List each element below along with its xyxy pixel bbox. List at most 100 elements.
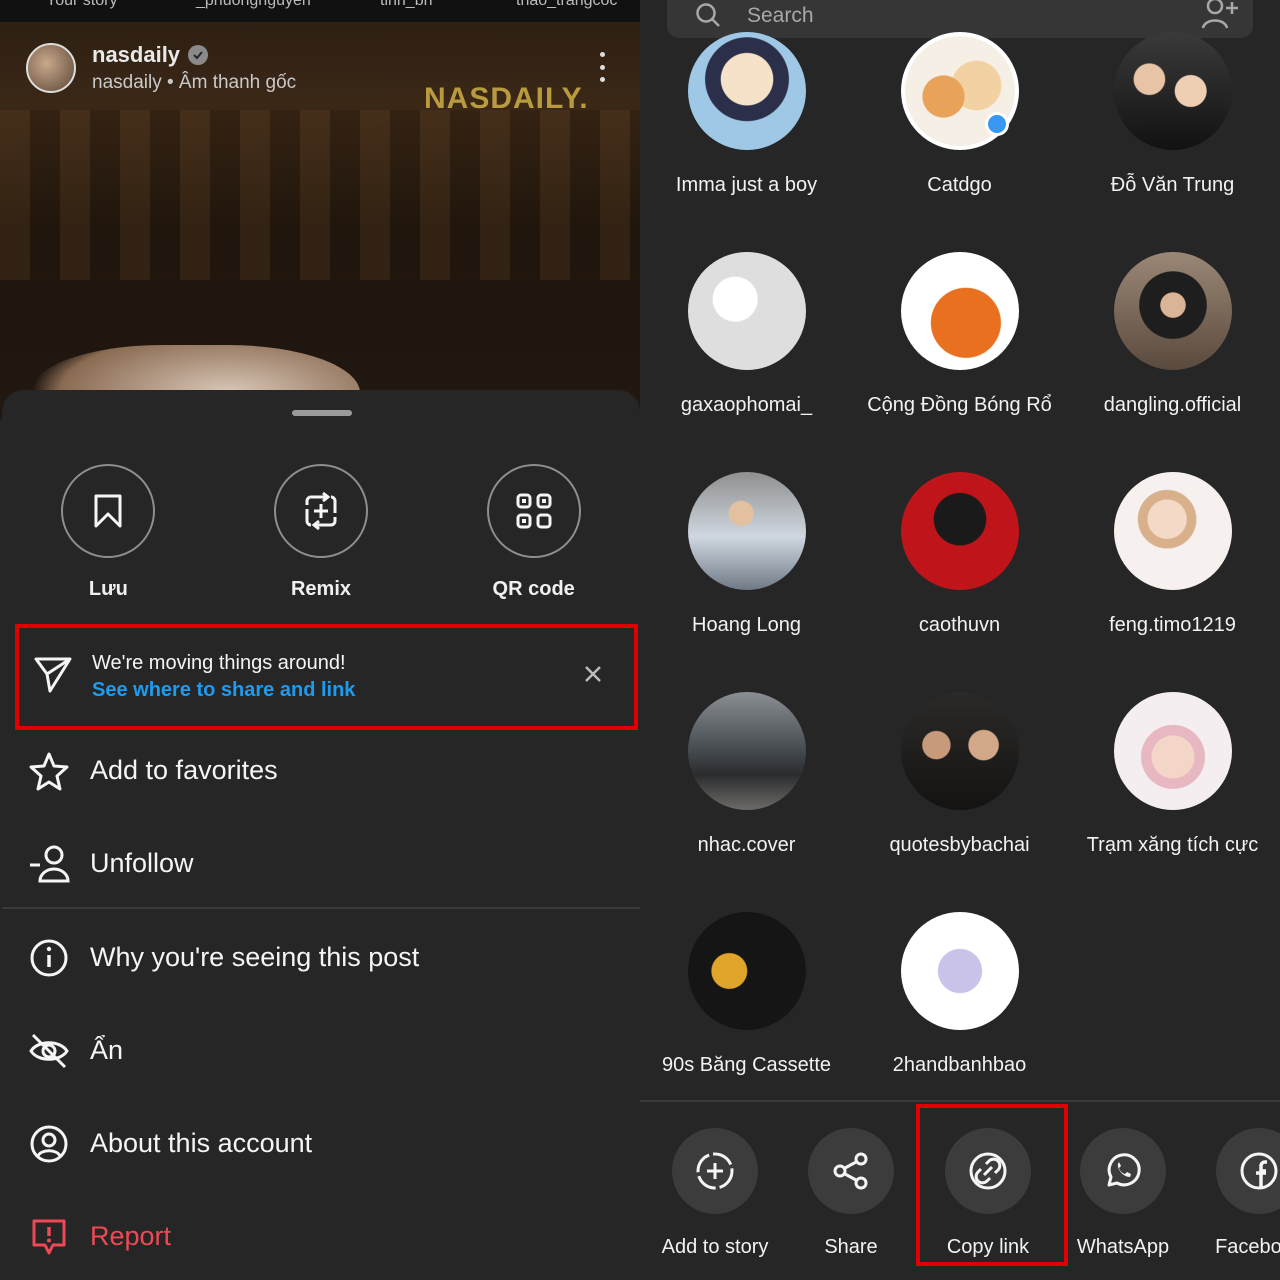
report-item[interactable]: Report <box>2 1206 640 1266</box>
menu-label: Why you're seeing this post <box>90 941 420 972</box>
post-username[interactable]: nasdaily <box>92 42 180 68</box>
contact-avatar <box>687 692 806 810</box>
contact-name: feng.timo1219 <box>1109 614 1236 636</box>
avatar[interactable] <box>26 43 76 93</box>
contact-name: Trạm xăng tích cực <box>1086 834 1259 856</box>
story-label[interactable]: _phuongnguyen <box>196 0 311 10</box>
contact-name: nhac.cover <box>697 834 796 856</box>
post-subtitle[interactable]: nasdaily • Âm thanh gốc <box>92 72 296 94</box>
contact-item[interactable]: Cộng Đồng Bóng Rổ <box>853 252 1066 419</box>
contact-name: Catdgo <box>927 174 992 196</box>
remix-icon <box>305 491 337 531</box>
bookmark-icon <box>94 494 122 528</box>
search-icon <box>696 3 720 27</box>
contact-item[interactable]: dangling.official <box>1066 252 1279 419</box>
hide-icon <box>28 1030 70 1072</box>
about-account-item[interactable]: About this account <box>2 1113 640 1173</box>
contact-avatar <box>900 692 1019 810</box>
contact-avatar <box>1113 32 1232 150</box>
story-strip: Your story _phuongnguyen tinh_bn thao_tr… <box>0 0 640 22</box>
contact-item[interactable]: Imma just a boy <box>640 32 853 199</box>
contact-item[interactable]: nhac.cover <box>640 692 853 859</box>
share-app-label: Add to story <box>661 1236 769 1258</box>
contact-item[interactable]: Trạm xăng tích cực <box>1066 692 1279 859</box>
report-icon <box>28 1216 70 1258</box>
contact-item[interactable]: Catdgo <box>853 32 1066 199</box>
sheet-drag-handle[interactable] <box>292 410 352 416</box>
whatsapp-button[interactable]: WhatsApp <box>1055 1128 1191 1259</box>
story-label[interactable]: tinh_bn <box>380 0 433 10</box>
contact-avatar <box>687 252 806 370</box>
qr-code-button[interactable]: QR code <box>427 464 640 601</box>
story-label[interactable]: thao_trangcoc <box>516 0 617 10</box>
search-placeholder: Search <box>747 4 814 27</box>
contact-avatar <box>900 252 1019 370</box>
contact-avatar <box>687 912 806 1030</box>
close-icon[interactable] <box>583 664 603 684</box>
notice-title: We're moving things around! <box>92 652 346 674</box>
add-to-favorites-item[interactable]: Add to favorites <box>2 740 640 800</box>
menu-label: Add to favorites <box>90 754 278 785</box>
moving-things-notice[interactable]: We're moving things around! See where to… <box>15 624 638 730</box>
info-icon <box>28 937 70 979</box>
contact-avatar <box>1113 472 1232 590</box>
contact-item[interactable]: 90s Băng Cassette <box>640 912 853 1079</box>
unfollow-item[interactable]: Unfollow <box>2 833 640 893</box>
share-app-label: Share <box>824 1236 878 1258</box>
menu-label: About this account <box>90 1127 313 1158</box>
contact-item[interactable]: feng.timo1219 <box>1066 472 1279 639</box>
bottom-sheet: Lưu Remix QR code We're moving things ar… <box>2 390 640 1280</box>
save-button[interactable]: Lưu <box>2 464 215 601</box>
contact-name: Imma just a boy <box>675 174 818 196</box>
contact-name: Đỗ Văn Trung <box>1110 174 1235 196</box>
why-seeing-post-item[interactable]: Why you're seeing this post <box>2 927 640 987</box>
post-options-panel: Your story _phuongnguyen tinh_bn thao_tr… <box>0 0 640 1280</box>
contact-name: quotesbybachai <box>889 834 1030 856</box>
contact-name: dangling.official <box>1103 394 1242 416</box>
share-divider <box>640 1100 1280 1102</box>
remix-button[interactable]: Remix <box>215 464 428 601</box>
contact-name: 2handbanhbao <box>892 1054 1027 1076</box>
send-icon <box>34 657 72 693</box>
contact-item[interactable]: quotesbybachai <box>853 692 1066 859</box>
contact-item[interactable]: Đỗ Văn Trung <box>1066 32 1279 199</box>
contact-name: 90s Băng Cassette <box>662 1054 831 1076</box>
contact-avatar <box>1113 692 1232 810</box>
hide-item[interactable]: Ẩn <box>2 1020 640 1080</box>
contact-item[interactable]: gaxaophomai_ <box>640 252 853 419</box>
add-people-icon[interactable] <box>1201 0 1241 30</box>
remix-label: Remix <box>290 578 352 600</box>
share-app-label: WhatsApp <box>1076 1236 1170 1258</box>
facebook-button[interactable]: Facebook <box>1191 1128 1280 1259</box>
contact-item[interactable]: caothuvn <box>853 472 1066 639</box>
notice-link[interactable]: See where to share and link <box>92 679 355 702</box>
whatsapp-icon <box>1107 1153 1141 1187</box>
unfollow-icon <box>28 843 70 885</box>
story-label[interactable]: Your story <box>46 0 117 10</box>
star-icon <box>28 750 70 792</box>
save-label: Lưu <box>88 578 128 600</box>
share-button[interactable]: Share <box>783 1128 919 1259</box>
menu-label: Unfollow <box>90 847 194 878</box>
contact-avatar <box>1113 252 1232 370</box>
copy-link-highlight <box>916 1104 1068 1266</box>
contact-name: caothuvn <box>918 614 1001 636</box>
facebook-icon <box>1240 1152 1278 1190</box>
contact-avatar <box>900 912 1019 1030</box>
add-story-icon <box>696 1152 734 1190</box>
quick-actions: Lưu Remix QR code <box>2 464 640 601</box>
contact-item[interactable]: 2handbanhbao <box>853 912 1066 1079</box>
contact-avatar <box>687 32 806 150</box>
contact-avatar <box>687 472 806 590</box>
video-watermark: NASDAILY. <box>424 82 589 115</box>
contact-item[interactable]: Hoang Long <box>640 472 853 639</box>
more-options-icon[interactable] <box>596 52 608 82</box>
contact-name: Hoang Long <box>692 614 801 636</box>
add-to-story-button[interactable]: Add to story <box>647 1128 783 1259</box>
menu-label: Report <box>90 1220 172 1251</box>
verified-badge-icon <box>188 45 209 65</box>
contact-avatar <box>900 472 1019 590</box>
qr-code-label: QR code <box>492 578 575 600</box>
post-header: nasdaily nasdaily • Âm thanh gốc <box>26 42 296 94</box>
menu-label: Ẩn <box>90 1034 124 1065</box>
